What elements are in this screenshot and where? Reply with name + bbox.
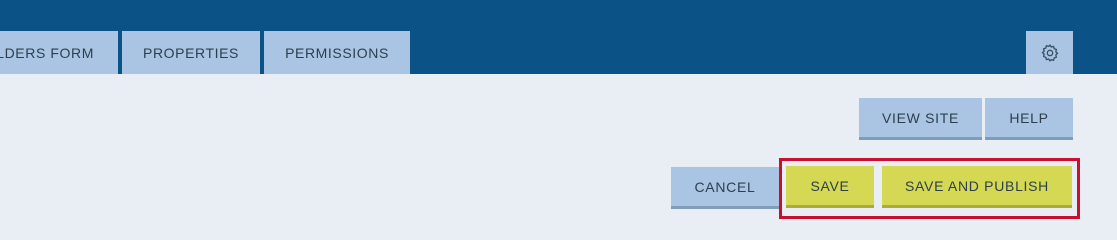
tab-permissions[interactable]: PERMISSIONS: [264, 31, 410, 74]
tab-label: OLDERS FORM: [0, 44, 94, 61]
tab-properties[interactable]: PROPERTIES: [122, 31, 260, 74]
cancel-button[interactable]: CANCEL: [671, 167, 779, 209]
help-button[interactable]: HELP: [985, 98, 1073, 140]
gear-icon: [1041, 43, 1058, 62]
cancel-label: CANCEL: [694, 178, 756, 195]
save-and-publish-label: SAVE AND PUBLISH: [905, 177, 1049, 194]
tab-label: PROPERTIES: [143, 44, 239, 61]
view-site-button[interactable]: VIEW SITE: [859, 98, 982, 140]
help-label: HELP: [1009, 109, 1049, 126]
save-and-publish-button[interactable]: SAVE AND PUBLISH: [882, 166, 1072, 208]
top-navigation-bar: OLDERS FORM PROPERTIES PERMISSIONS: [0, 0, 1117, 74]
view-site-label: VIEW SITE: [881, 109, 960, 126]
save-label: SAVE: [810, 177, 850, 194]
save-button[interactable]: SAVE: [786, 166, 874, 208]
tab-folders-form[interactable]: OLDERS FORM: [0, 31, 118, 74]
settings-button[interactable]: [1026, 31, 1073, 74]
tab-label: PERMISSIONS: [285, 44, 389, 61]
